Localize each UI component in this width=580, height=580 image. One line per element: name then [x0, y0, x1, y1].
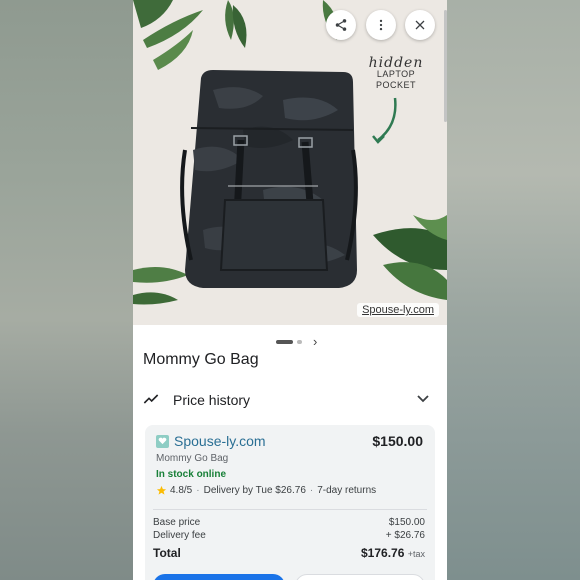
more-options-button[interactable]: [366, 10, 396, 40]
image-pager: ›: [133, 334, 447, 349]
blurred-background-left: [0, 0, 133, 580]
rating: 4.8/5: [170, 485, 193, 496]
chevron-down-icon: [417, 395, 429, 403]
total-value: $176.76: [361, 546, 405, 560]
delivery-fee-value: + $26.76: [385, 530, 425, 541]
scrollbar[interactable]: [444, 10, 447, 122]
secondary-action-button[interactable]: [295, 574, 425, 580]
offer-price: $150.00: [372, 433, 423, 449]
tax-label: +tax: [407, 549, 425, 559]
pager-dot[interactable]: [297, 340, 302, 344]
store-link[interactable]: Spouse-ly.com: [156, 433, 266, 449]
share-icon: [335, 19, 347, 31]
divider: [153, 509, 427, 510]
total-row: Total $176.76 +tax: [153, 546, 425, 560]
total-value-group: $176.76 +tax: [361, 546, 425, 560]
product-image[interactable]: hidden LAPTOP POCKET Spouse-ly.com: [133, 0, 447, 325]
product-title: Mommy Go Bag: [143, 351, 259, 368]
trending-icon: [143, 394, 159, 404]
bag-photo: [133, 0, 447, 305]
close-icon: [415, 20, 425, 30]
callout-line-2: POCKET: [375, 80, 416, 90]
delivery-fee-row: Delivery fee + $26.76: [153, 530, 425, 541]
star-icon: [156, 485, 167, 495]
more-vert-icon: [379, 19, 383, 31]
price-history-label: Price history: [173, 392, 251, 408]
total-label: Total: [153, 546, 181, 560]
delivery-info: Delivery by Tue $26.76: [203, 485, 306, 496]
returns-info: 7-day returns: [317, 485, 377, 496]
store-name: Spouse-ly.com: [174, 433, 266, 449]
product-viewer: hidden LAPTOP POCKET Spouse-ly.com › Mom…: [133, 0, 447, 580]
callout-script: hidden: [368, 55, 424, 71]
laptop-pocket-callout: hidden LAPTOP POCKET: [361, 55, 431, 91]
offer-product-name: Mommy Go Bag: [156, 453, 229, 464]
base-price-value: $150.00: [388, 517, 425, 528]
offer-card: Spouse-ly.com $150.00 Mommy Go Bag In st…: [145, 425, 435, 580]
price-history-row[interactable]: Price history: [133, 386, 447, 414]
blurred-background-right: [447, 0, 580, 580]
share-button[interactable]: [326, 10, 356, 40]
delivery-fee-label: Delivery fee: [153, 530, 206, 541]
close-button[interactable]: [405, 10, 435, 40]
base-price-row: Base price $150.00: [153, 517, 425, 528]
offer-meta: 4.8/5 · Delivery by Tue $26.76 · 7-day r…: [156, 485, 376, 496]
base-price-label: Base price: [153, 517, 201, 528]
image-watermark: Spouse-ly.com: [357, 303, 439, 317]
pager-dot-active[interactable]: [276, 340, 293, 344]
stock-status: In stock online: [156, 469, 227, 480]
store-heart-icon: [156, 434, 169, 448]
visit-site-button[interactable]: [153, 574, 285, 580]
chevron-right-icon[interactable]: ›: [313, 334, 317, 349]
